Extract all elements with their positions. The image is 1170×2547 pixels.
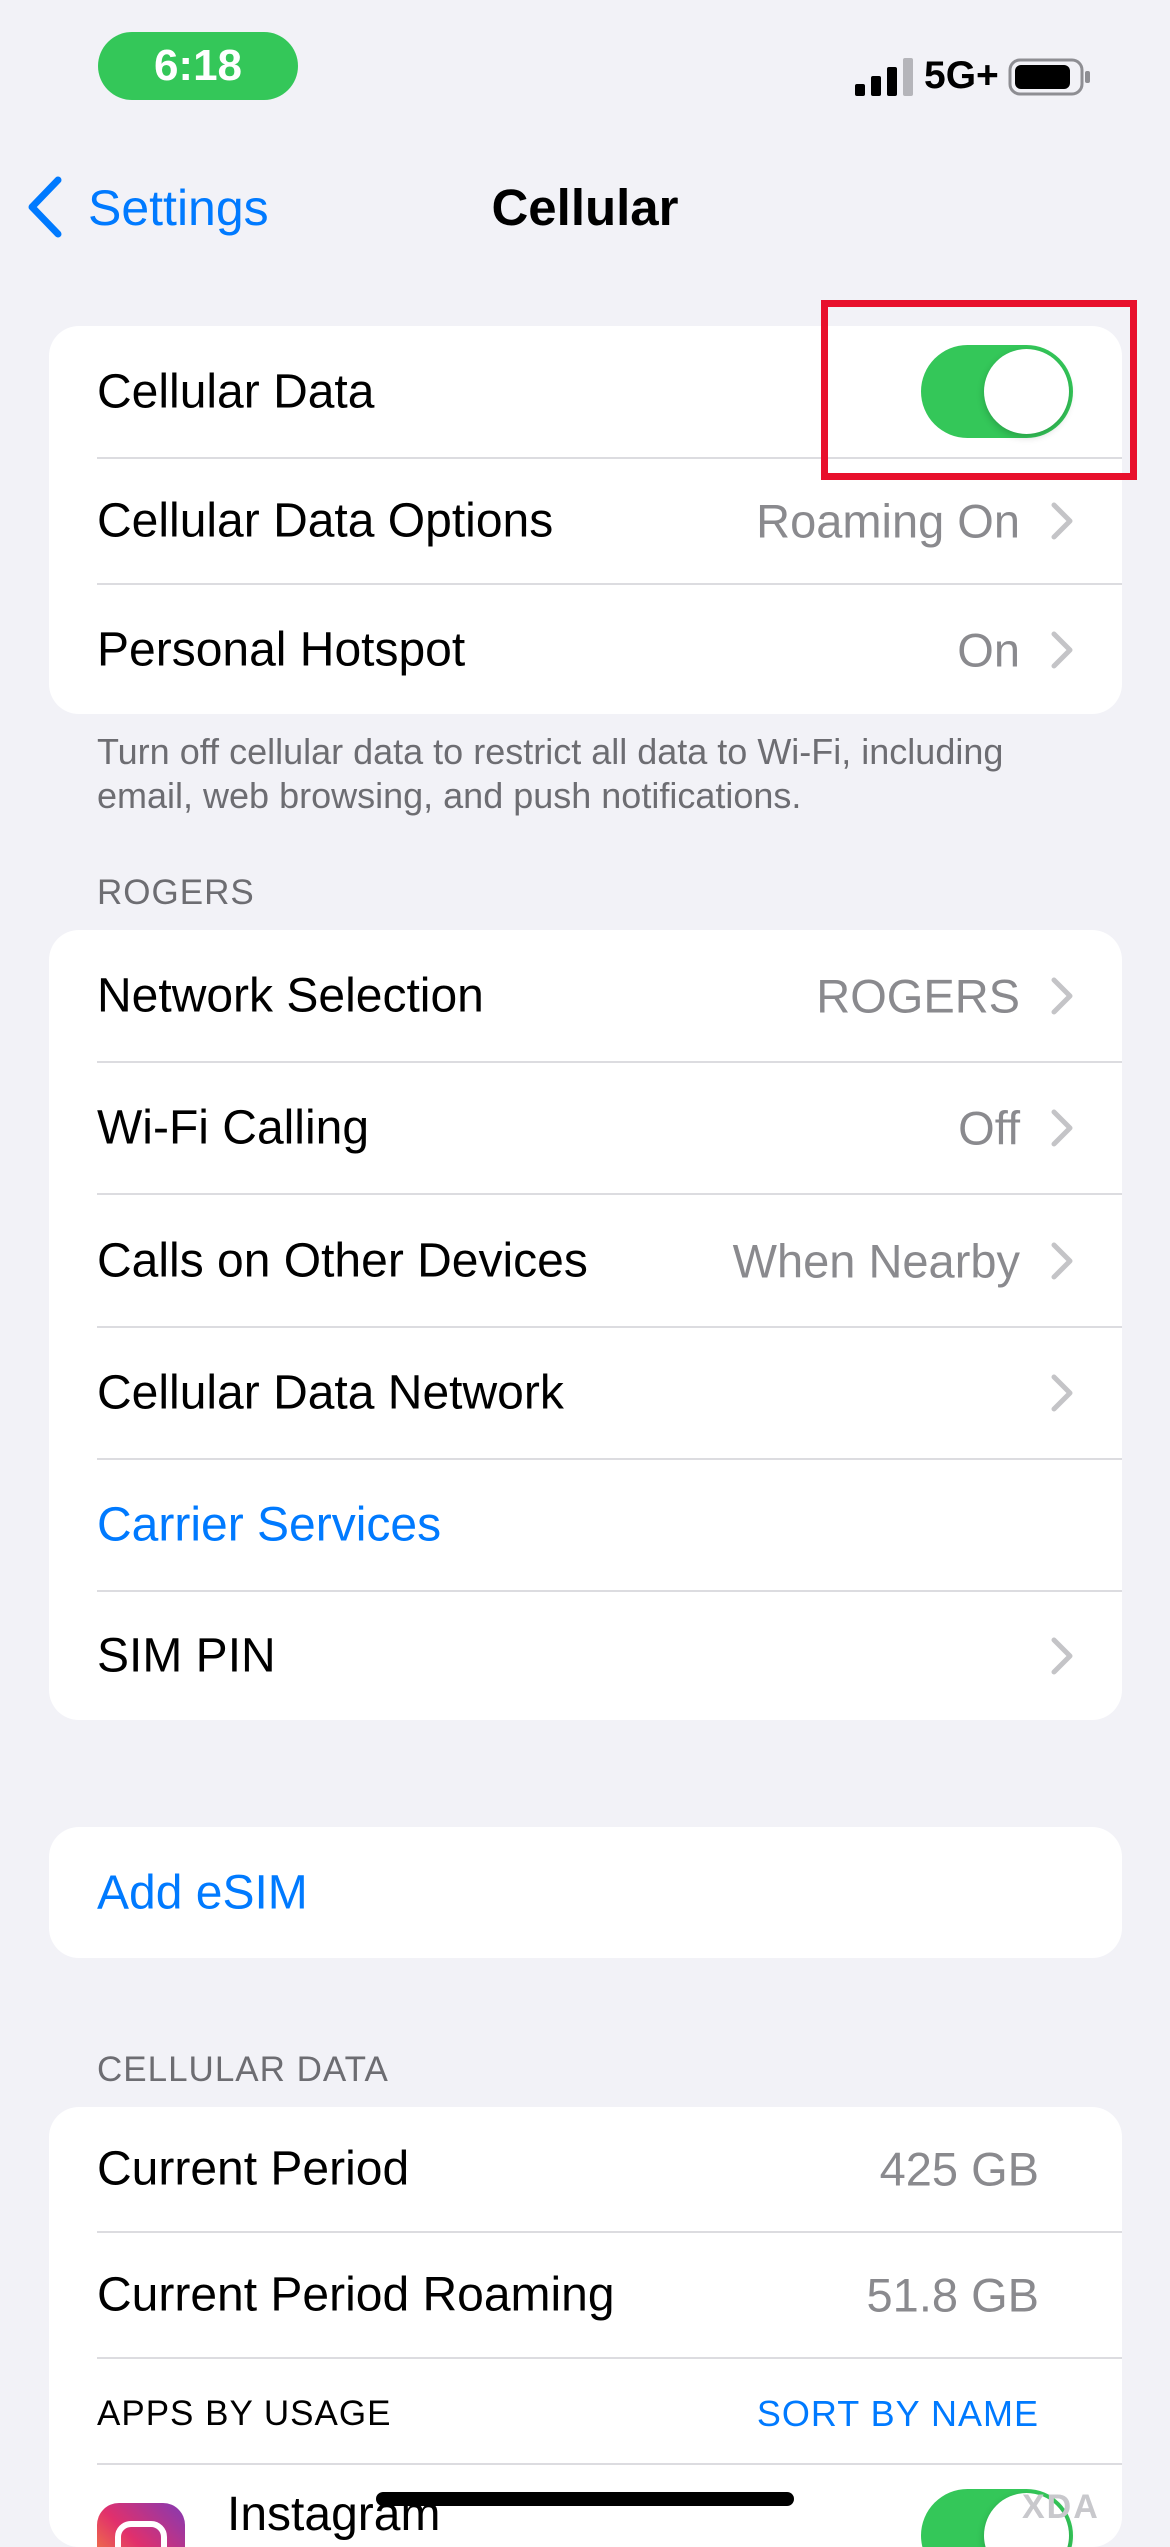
usage-section-header: CELLULAR DATA bbox=[97, 2050, 389, 2089]
chevron-right-icon bbox=[1051, 977, 1073, 1014]
add-esim-row[interactable]: Add eSIM bbox=[49, 1827, 1122, 1958]
carrier-section-header: ROGERS bbox=[97, 873, 255, 912]
wifi-calling-row[interactable]: Wi-Fi Calling Off bbox=[49, 1063, 1122, 1193]
calls-on-other-devices-row[interactable]: Calls on Other Devices When Nearby bbox=[49, 1195, 1122, 1326]
cellular-data-network-row[interactable]: Cellular Data Network bbox=[49, 1328, 1122, 1458]
calls-on-other-devices-value: When Nearby bbox=[732, 1234, 1020, 1287]
page-title: Cellular bbox=[491, 179, 679, 236]
current-period-roaming-value: 51.8 GB bbox=[866, 2268, 1039, 2322]
personal-hotspot-row[interactable]: Personal Hotspot On bbox=[49, 585, 1122, 714]
apps-by-usage-label: APPS BY USAGE bbox=[97, 2394, 392, 2433]
personal-hotspot-label: Personal Hotspot bbox=[97, 623, 466, 676]
add-esim-link: Add eSIM bbox=[97, 1866, 308, 1919]
xda-watermark: XDA bbox=[1022, 2488, 1100, 2526]
sim-pin-row[interactable]: SIM PIN bbox=[49, 1592, 1122, 1720]
status-time: 6:18 bbox=[98, 32, 298, 100]
battery-icon bbox=[1008, 58, 1090, 96]
instagram-app-icon bbox=[97, 2503, 185, 2547]
cellular-data-options-label: Cellular Data Options bbox=[97, 494, 554, 548]
app-row-instagram: Instagram bbox=[49, 2465, 1122, 2547]
cellular-data-footer: Turn off cellular data to restrict all d… bbox=[97, 731, 1004, 816]
chevron-right-icon bbox=[1051, 631, 1073, 668]
chevron-right-icon bbox=[1051, 1242, 1073, 1279]
personal-hotspot-value: On bbox=[957, 623, 1020, 676]
cellular-data-label: Cellular Data bbox=[97, 365, 375, 418]
carrier-services-link: Carrier Services bbox=[97, 1498, 442, 1552]
current-period-label: Current Period bbox=[97, 2142, 410, 2196]
chevron-right-icon bbox=[1051, 1374, 1073, 1412]
sim-pin-label: SIM PIN bbox=[97, 1629, 276, 1683]
cellular-data-options-value: Roaming On bbox=[756, 494, 1020, 548]
chevron-right-icon bbox=[1051, 502, 1073, 540]
chevron-right-icon bbox=[1051, 1109, 1073, 1147]
highlight-box bbox=[821, 300, 1137, 480]
sort-by-name-button[interactable]: SORT BY NAME bbox=[757, 2393, 1039, 2435]
usage-group: Current Period 425 GB Current Period Roa… bbox=[49, 2107, 1122, 2547]
cellular-signal-icon bbox=[855, 58, 913, 96]
current-period-row: Current Period 425 GB bbox=[49, 2107, 1122, 2231]
current-period-value: 425 GB bbox=[879, 2142, 1039, 2196]
network-selection-value: ROGERS bbox=[816, 969, 1020, 1022]
carrier-services-row[interactable]: Carrier Services bbox=[49, 1460, 1122, 1590]
apps-by-usage-row: APPS BY USAGE SORT BY NAME bbox=[49, 2359, 1122, 2469]
calls-on-other-devices-label: Calls on Other Devices bbox=[97, 1234, 588, 1287]
carrier-group: Network Selection ROGERS Wi-Fi Calling O… bbox=[49, 930, 1122, 1720]
cellular-data-network-label: Cellular Data Network bbox=[97, 1366, 564, 1420]
esim-group: Add eSIM bbox=[49, 1827, 1122, 1958]
current-period-roaming-row: Current Period Roaming 51.8 GB bbox=[49, 2233, 1122, 2357]
current-period-roaming-label: Current Period Roaming bbox=[97, 2268, 615, 2322]
wifi-calling-label: Wi-Fi Calling bbox=[97, 1101, 370, 1155]
network-type-label: 5G+ bbox=[924, 54, 999, 97]
chevron-right-icon bbox=[1051, 1637, 1073, 1675]
network-selection-row[interactable]: Network Selection ROGERS bbox=[49, 930, 1122, 1061]
home-indicator[interactable] bbox=[376, 2492, 794, 2506]
network-selection-label: Network Selection bbox=[97, 969, 484, 1022]
wifi-calling-value: Off bbox=[958, 1101, 1020, 1155]
